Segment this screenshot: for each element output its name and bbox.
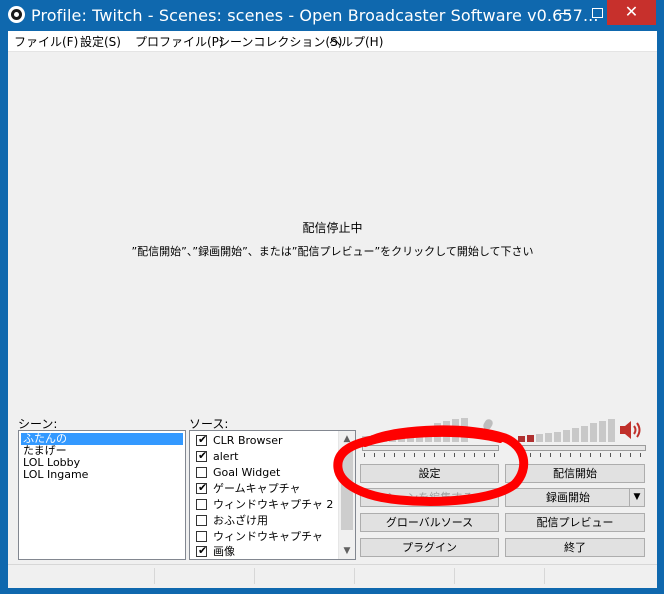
- source-checkbox[interactable]: [196, 515, 207, 526]
- status-cell: [454, 568, 545, 584]
- source-checkbox[interactable]: ✔: [196, 433, 207, 446]
- start-streaming-button[interactable]: 配信開始: [505, 464, 645, 483]
- sources-scrollbar[interactable]: ▲ ▼: [338, 431, 355, 559]
- plugins-button[interactable]: プラグイン: [360, 538, 499, 557]
- obs-logo-icon: [8, 6, 25, 23]
- main-window-client: ファイル(F) 設定(S) プロファイル(P) シーンコレクション(S) ヘルプ…: [8, 31, 657, 588]
- scroll-up-icon[interactable]: ▲: [339, 431, 355, 447]
- minimize-icon: [560, 12, 570, 14]
- source-checkbox[interactable]: [196, 467, 207, 478]
- status-bar: [8, 564, 657, 588]
- menu-help[interactable]: ヘルプ(H): [329, 33, 383, 50]
- status-cell: [354, 568, 455, 584]
- menu-settings[interactable]: 設定(S): [80, 33, 121, 50]
- edit-scene-button[interactable]: シーンを編集する: [360, 488, 499, 507]
- menu-profile[interactable]: プロファイル(P): [135, 33, 224, 50]
- source-checkbox[interactable]: [196, 499, 207, 510]
- scene-item[interactable]: LOL Ingame: [21, 469, 90, 481]
- start-recording-button[interactable]: 録画開始 ▼: [505, 488, 645, 507]
- status-cell: [544, 568, 635, 584]
- status-cell: [154, 568, 255, 584]
- global-sources-button[interactable]: グローバルソース: [360, 513, 499, 532]
- close-button[interactable]: ✕: [607, 0, 656, 25]
- sources-list[interactable]: ✔ CLR Browser ✔ alert Goal Widget ✔ ゲームキ…: [189, 430, 356, 560]
- scroll-down-icon[interactable]: ▼: [339, 543, 355, 559]
- window-title: Profile: Twitch - Scenes: scenes - Open …: [31, 6, 599, 25]
- desktop-volume-slider[interactable]: [518, 445, 646, 451]
- scroll-thumb[interactable]: [341, 450, 353, 530]
- menu-bar: ファイル(F) 設定(S) プロファイル(P) シーンコレクション(S) ヘルプ…: [8, 31, 657, 52]
- preview-stream-button[interactable]: 配信プレビュー: [505, 513, 645, 532]
- source-checkbox[interactable]: ✔: [196, 481, 207, 494]
- minimize-button[interactable]: [550, 0, 580, 31]
- source-checkbox[interactable]: [196, 531, 207, 542]
- maximize-icon: [591, 7, 603, 18]
- preview-status: 配信停止中: [302, 221, 363, 235]
- preview-instruction: ”配信開始”、”録画開始”、または”配信プレビュー”をクリックして開始して下さい: [131, 245, 534, 258]
- exit-button[interactable]: 終了: [505, 538, 645, 557]
- start-recording-label: 録画開始: [546, 491, 590, 504]
- title-bar: Profile: Twitch - Scenes: scenes - Open …: [0, 0, 664, 31]
- mic-volume-slider[interactable]: [362, 445, 499, 451]
- status-cell: [254, 568, 355, 584]
- scenes-list[interactable]: ふたんの たまげー LOL Lobby LOL Ingame: [18, 430, 186, 560]
- source-checkbox[interactable]: ✔: [196, 544, 207, 557]
- recording-dropdown-icon[interactable]: ▼: [629, 489, 644, 506]
- menu-file[interactable]: ファイル(F): [14, 33, 78, 50]
- menu-scene-collection[interactable]: シーンコレクション(S): [218, 33, 342, 50]
- microphone-icon[interactable]: [478, 419, 492, 437]
- settings-button[interactable]: 設定: [360, 464, 499, 483]
- speaker-icon[interactable]: [619, 419, 643, 441]
- source-checkbox[interactable]: ✔: [196, 449, 207, 462]
